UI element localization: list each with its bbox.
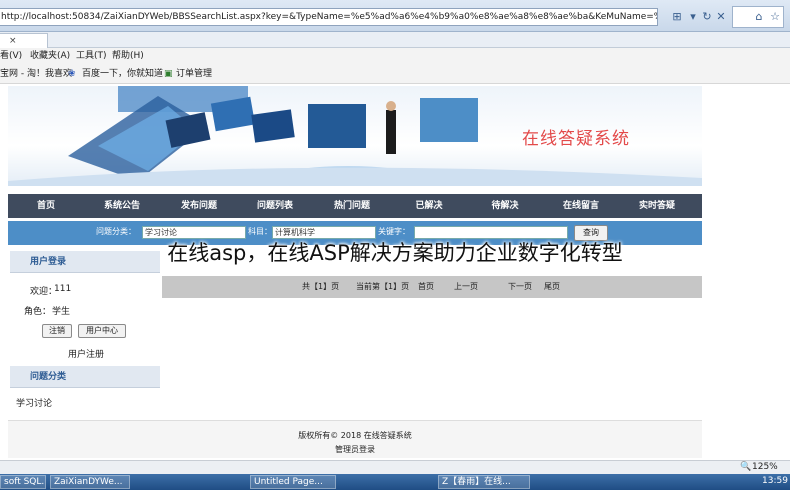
role-value: 学生 (52, 307, 71, 317)
nav-message[interactable]: 在线留言 (546, 194, 616, 218)
baidu-icon: ❀ (68, 69, 76, 79)
url-field[interactable]: http://localhost:50834/ZaiXianDYWeb/BBSS… (0, 8, 658, 26)
nav-question-list[interactable]: 问题列表 (240, 194, 310, 218)
welcome-label: 欢迎： (30, 287, 58, 297)
taskbar-clock: 13:59 (762, 476, 788, 486)
pager-current: 当前第【1】页 (356, 282, 410, 291)
category-item[interactable]: 学习讨论 (16, 396, 52, 409)
favorite-orders[interactable]: 订单管理 (176, 64, 212, 84)
home-icon[interactable]: ⌂ (752, 10, 766, 24)
browser-tab[interactable]: × (0, 33, 48, 48)
admin-login-link[interactable]: 管理员登录 (8, 444, 702, 455)
compatibility-icon[interactable]: ⊞ (670, 10, 684, 24)
favorite-taobao[interactable]: 宝网 - 淘！我喜欢 (0, 64, 72, 84)
site-footer: 版权所有© 2018 在线答疑系统 管理员登录 (8, 420, 702, 458)
favorites-bar: 宝网 - 淘！我喜欢 ❀ 百度一下，你就知道 ▣ 订单管理 (0, 64, 790, 84)
nav-home[interactable]: 首页 (11, 194, 81, 218)
category-panel-title: 问题分类 (10, 366, 160, 388)
nav-announcements[interactable]: 系统公告 (87, 194, 157, 218)
taskbar-item-browser[interactable]: Untitled Page... (250, 475, 336, 489)
taskbar-item-qq[interactable]: Z【春雨】在线... (438, 475, 530, 489)
copyright-text: 版权所有© 2018 在线答疑系统 (298, 431, 412, 440)
nav-hot-questions[interactable]: 热门问题 (317, 194, 387, 218)
taskbar-item-sql[interactable]: soft SQL... (0, 475, 46, 489)
favorite-baidu[interactable]: 百度一下，你就知道 (82, 64, 163, 84)
user-center-button[interactable]: 用户中心 (78, 324, 126, 338)
logout-button[interactable]: 注销 (42, 324, 72, 338)
main-nav: 首页 系统公告 发布问题 问题列表 热门问题 已解决 待解决 在线留言 实时答疑 (8, 194, 702, 218)
refresh-icon[interactable]: ↻ (700, 10, 714, 24)
welcome-user: 111 (54, 284, 72, 294)
zoom-level[interactable]: 125% (752, 461, 778, 474)
stop-icon[interactable]: ✕ (714, 10, 728, 24)
menu-view[interactable]: 看(V) (0, 48, 22, 64)
overlay-caption: 在线asp，在线ASP解决方案助力企业数字化转型 (167, 241, 623, 265)
favorites-star-icon[interactable]: ☆ (768, 10, 782, 24)
search-dropdown-icon[interactable]: ▾ (686, 10, 700, 24)
tab-close-icon[interactable]: × (9, 34, 17, 48)
banner-title: 在线答疑系统 (522, 129, 630, 149)
pager-total: 共【1】页 (302, 282, 340, 291)
tab-row (0, 32, 790, 48)
menu-help[interactable]: 帮助(H) (112, 48, 144, 64)
register-link[interactable]: 用户注册 (68, 347, 104, 360)
windows-taskbar: soft SQL... ZaiXianDYWe... Untitled Page… (0, 474, 790, 490)
menu-bar: 看(V) 收藏夹(A) 工具(T) 帮助(H) (0, 48, 790, 64)
pager-prev[interactable]: 上一页 (454, 276, 478, 298)
nav-solved[interactable]: 已解决 (394, 194, 464, 218)
menu-tools[interactable]: 工具(T) (76, 48, 107, 64)
nav-live-qa[interactable]: 实时答疑 (622, 194, 692, 218)
pager-next[interactable]: 下一页 (508, 276, 532, 298)
role-label: 角色： (24, 307, 52, 317)
status-bar: 🔍 125% (0, 460, 790, 474)
page-icon: ▣ (164, 69, 173, 79)
zoom-icon: 🔍 (740, 462, 752, 472)
menu-favorites[interactable]: 收藏夹(A) (30, 48, 70, 64)
taskbar-item-ide[interactable]: ZaiXianDYWe... (50, 475, 130, 489)
nav-unsolved[interactable]: 待解决 (470, 194, 540, 218)
nav-post-question[interactable]: 发布问题 (164, 194, 234, 218)
pager: 共【1】页 当前第【1】页 首页 上一页 下一页 尾页 (162, 276, 702, 298)
pager-first[interactable]: 首页 (418, 276, 434, 298)
pager-last[interactable]: 尾页 (544, 276, 560, 298)
